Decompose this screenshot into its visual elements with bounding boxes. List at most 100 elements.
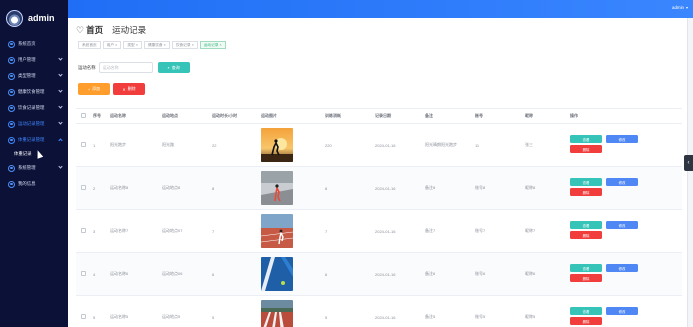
main-content: ♡ 首页 运动记录 系统首页 用户 × 类型 × 健康饮食 × 饮食记录 × 运动记录 ×… <box>68 18 687 327</box>
row-actions: 查看 修改 删除 <box>570 178 670 198</box>
tab-bar: 系统首页 用户 × 类型 × 健康饮食 × 饮食记录 × 运动记录 × <box>78 41 228 49</box>
cell-sport-name: 运动名称8 <box>110 185 129 190</box>
cell-duration: 6 <box>212 271 215 277</box>
menu-icon <box>8 120 15 128</box>
row-checkbox[interactable] <box>81 271 86 276</box>
avatar[interactable] <box>6 9 23 27</box>
cell-nickname: 昵称8 <box>525 185 536 190</box>
action-line: 删除 <box>570 274 670 282</box>
sidebar-item-3[interactable]: 类型管理 <box>0 68 68 84</box>
menu-icon <box>8 40 15 48</box>
column-header: 序号 <box>93 113 101 118</box>
action-line: 查看 修改 <box>570 307 670 315</box>
column-header[interactable] <box>76 113 91 119</box>
settings-handle[interactable]: ‹ <box>684 155 693 171</box>
add-button[interactable]: + 添加 <box>78 83 110 95</box>
edit-button[interactable]: 修改 <box>606 264 638 272</box>
trash-icon: ✕ <box>122 86 126 92</box>
cell-location: 运动地点06 <box>162 271 183 276</box>
tab-2[interactable]: 用户 × <box>102 41 122 49</box>
cell-nickname: 张三 <box>525 142 533 147</box>
sidebar-item-9[interactable]: 我的信息 <box>0 176 68 192</box>
tab-3[interactable]: 类型 × <box>123 41 142 49</box>
user-menu[interactable]: admin <box>672 5 688 10</box>
right-scrollbar[interactable] <box>687 18 693 327</box>
delete-button[interactable]: 删除 <box>570 274 602 282</box>
sidebar-item-label: 健康饮食管理 <box>18 89 45 94</box>
cell-location: 运动地点07 <box>162 228 183 233</box>
view-button[interactable]: 查看 <box>570 307 602 315</box>
delete-label: 删除 <box>582 233 590 238</box>
submenu-item-label: 体重记录 <box>14 151 32 156</box>
table-header-row: 序号 运动名称 运动地点 运动时长/小时 运动图片 训练消耗 记录日期 备注 账号 昵称 操作 <box>76 109 682 124</box>
cell-account: 账号7 <box>475 228 486 233</box>
row-checkbox[interactable] <box>81 142 86 147</box>
sidebar-item-7[interactable]: 体重记录管理 <box>0 132 68 148</box>
tab-1[interactable]: 系统首页 <box>78 41 101 49</box>
cell-consumption: 8 <box>325 185 328 191</box>
sport-image[interactable] <box>259 300 323 327</box>
row-checkbox-cell <box>76 271 91 277</box>
tab-6[interactable]: 运动记录 × <box>199 41 226 49</box>
heart-icon: ♡ <box>76 24 85 35</box>
view-button[interactable]: 查看 <box>570 178 602 186</box>
sidebar-item-2[interactable]: 用户管理 <box>0 52 68 68</box>
view-button[interactable]: 查看 <box>570 135 602 143</box>
cell-index: 5 <box>93 314 96 320</box>
brand-name: admin <box>28 13 55 23</box>
row-checkbox[interactable] <box>81 314 86 319</box>
search-input[interactable] <box>98 62 153 73</box>
chevron-down-icon <box>58 56 63 61</box>
delete-button[interactable]: 删除 <box>570 317 602 325</box>
sidebar-item-8[interactable]: 系统管理 <box>0 160 68 176</box>
cell-note: 备注7 <box>425 228 436 233</box>
search-label: 运动名称 <box>78 64 96 70</box>
sidebar-item-5[interactable]: 饮食记录管理 <box>0 100 68 116</box>
view-button[interactable]: 查看 <box>570 264 602 272</box>
submenu-item-1[interactable]: 体重记录 <box>0 148 68 160</box>
table-row: 3 运动名称7 运动地点07 7 7 2024-01-16 备注7 账号7 昵称7 查看 修改 删除 <box>76 210 682 253</box>
delete-button[interactable]: 删除 <box>570 145 602 153</box>
sidebar-item-1[interactable]: 系统首页 <box>0 36 68 52</box>
cell-record-date: 2024-01-16 <box>375 142 396 148</box>
edit-button[interactable]: 修改 <box>606 307 638 315</box>
sidebar-item-4[interactable]: 健康饮食管理 <box>0 84 68 100</box>
sidebar-item-label: 系统管理 <box>18 165 36 170</box>
row-checkbox[interactable] <box>81 228 86 233</box>
view-button[interactable]: 查看 <box>570 221 602 229</box>
menu-icon <box>8 104 15 112</box>
sidebar-item-label: 运动记录管理 <box>18 121 45 126</box>
delete-button[interactable]: 删除 <box>570 231 602 239</box>
view-label: 查看 <box>582 137 590 142</box>
batch-delete-button[interactable]: ✕ 删除 <box>113 83 145 95</box>
edit-button[interactable]: 修改 <box>606 221 638 229</box>
column-header: 运动时长/小时 <box>212 113 238 118</box>
cell-note: 备注8 <box>425 185 436 190</box>
search-button[interactable]: ⌕ 查询 <box>157 62 190 73</box>
cell-note: 阳光晴朗阳光跑步 <box>425 142 457 147</box>
action-line: 删除 <box>570 188 670 196</box>
records-table: 序号 运动名称 运动地点 运动时长/小时 运动图片 训练消耗 记录日期 备注 账号 昵称 操作 1 阳光… <box>76 108 682 327</box>
tab-4[interactable]: 健康饮食 × <box>143 41 170 49</box>
edit-button[interactable]: 修改 <box>606 178 638 186</box>
table-row: 5 运动名称5 运动地点5 5 5 2024-01-16 备注5 账号5 昵称5 查看 修改 删除 <box>76 296 682 327</box>
select-all-checkbox[interactable] <box>81 113 86 118</box>
cell-location: 运动地点8 <box>162 185 181 190</box>
column-header: 运动地点 <box>162 113 178 118</box>
page-title[interactable]: 首页 <box>86 24 103 36</box>
sidebar-item-6[interactable]: 运动记录管理 <box>0 116 68 132</box>
sport-image[interactable] <box>259 171 323 205</box>
sport-image[interactable] <box>259 214 323 248</box>
row-checkbox-cell <box>76 142 91 148</box>
row-checkbox[interactable] <box>81 185 86 190</box>
sport-image[interactable] <box>259 128 323 162</box>
delete-button[interactable]: 删除 <box>570 188 602 196</box>
view-label: 查看 <box>582 180 590 185</box>
edit-button[interactable]: 修改 <box>606 135 638 143</box>
cell-record-date: 2024-01-16 <box>375 228 396 234</box>
sport-image[interactable] <box>259 257 323 291</box>
tab-5[interactable]: 饮食记录 × <box>171 41 198 49</box>
action-line: 查看 修改 <box>570 178 670 186</box>
top-bar: admin <box>68 0 693 18</box>
cell-account: 账号5 <box>475 314 486 319</box>
